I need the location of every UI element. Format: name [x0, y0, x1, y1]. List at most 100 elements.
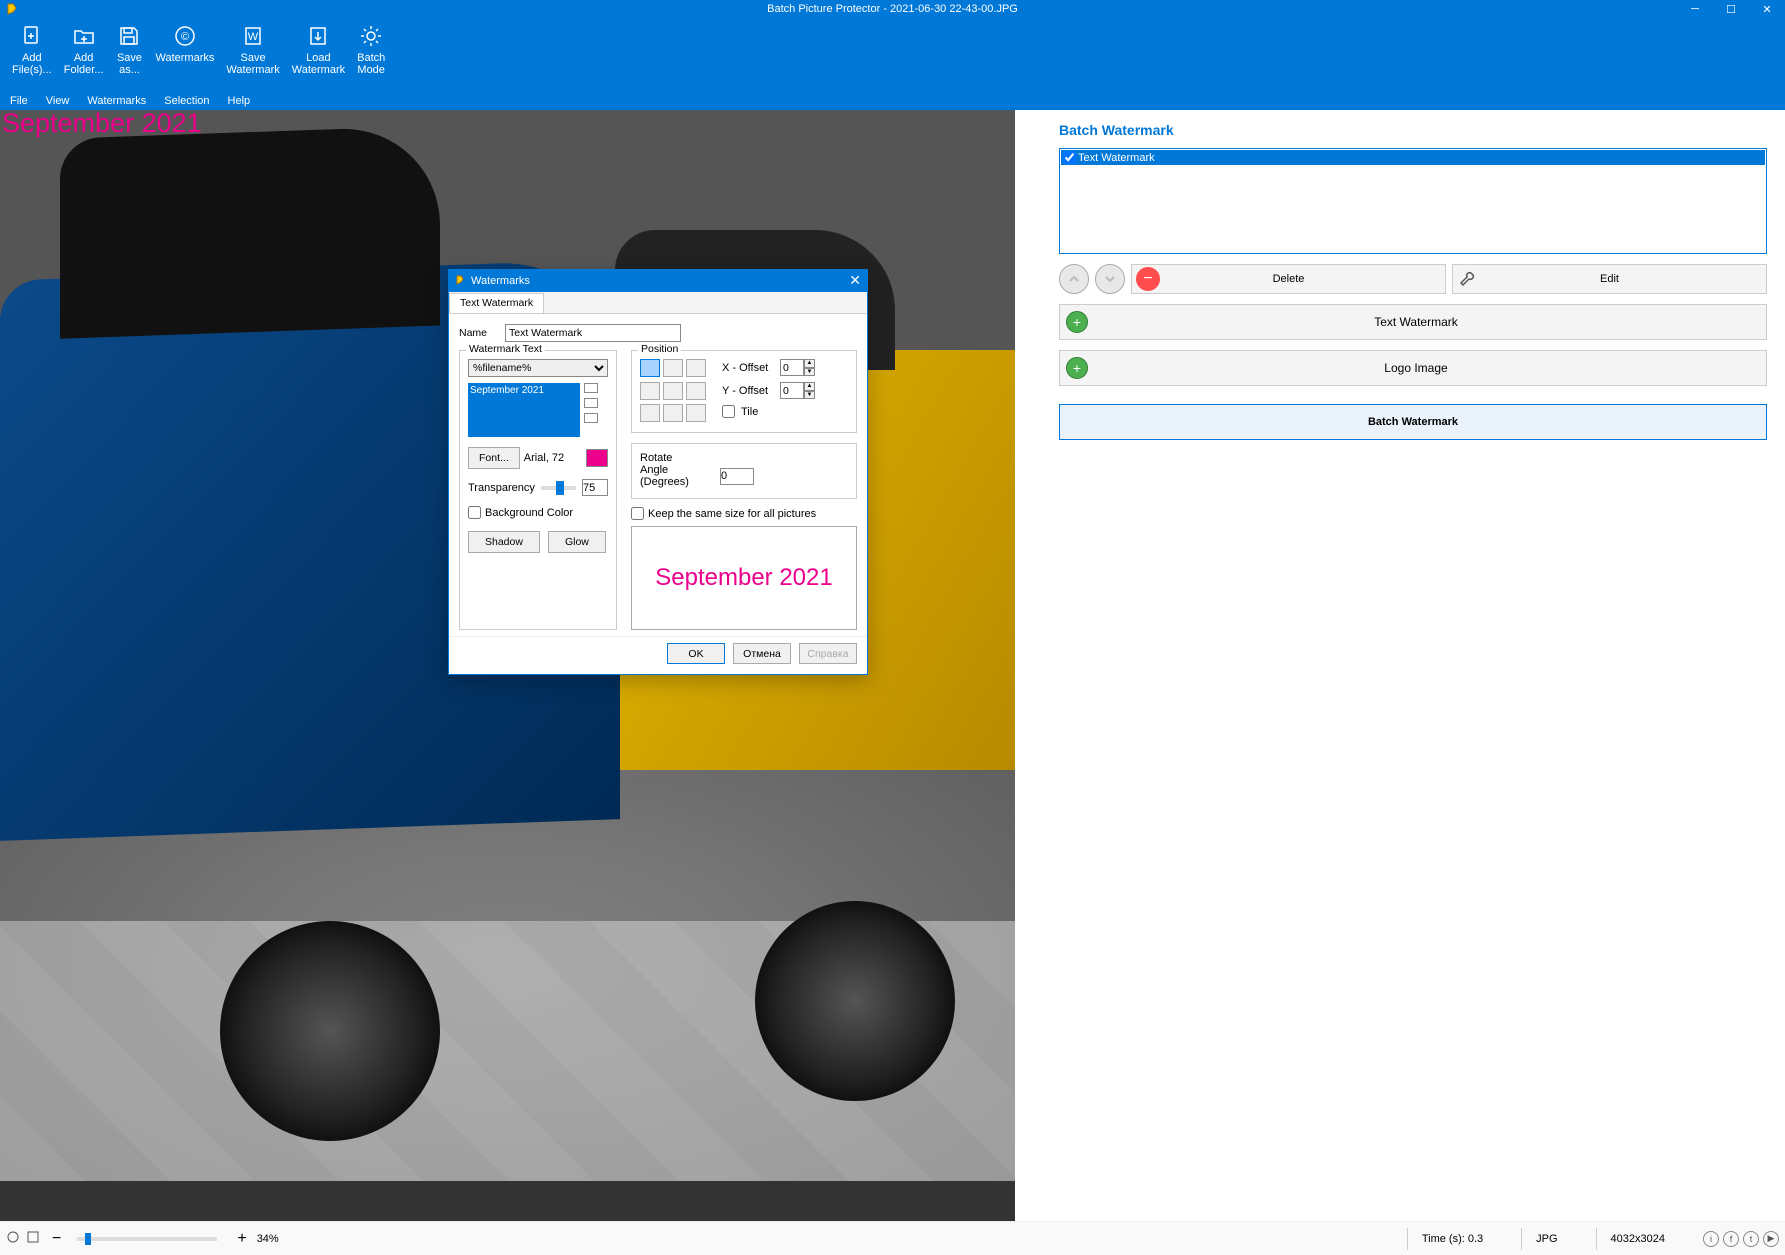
zoom-slider[interactable]: [77, 1237, 217, 1241]
add-file-icon: [18, 22, 46, 50]
font-button[interactable]: Font...: [468, 447, 520, 469]
status-bar: − + 34% Time (s): 0.3 JPG 4032x3024 i f …: [0, 1221, 1785, 1255]
dialog-title: Watermarks: [471, 275, 530, 287]
add-folder-button[interactable]: Add Folder...: [58, 22, 110, 76]
menu-selection[interactable]: Selection: [164, 95, 209, 107]
svg-text:W: W: [248, 31, 259, 43]
help-button[interactable]: Справка: [799, 643, 857, 664]
menu-help[interactable]: Help: [228, 95, 251, 107]
keep-size-check[interactable]: [631, 507, 644, 520]
delete-label: Delete: [1273, 273, 1305, 285]
watermarks-button[interactable]: © Watermarks: [149, 22, 220, 64]
youtube-icon[interactable]: ▶: [1763, 1231, 1779, 1247]
social-links: i f t ▶: [1703, 1231, 1779, 1247]
menu-view[interactable]: View: [46, 95, 70, 107]
wm-text-label: Watermark Text: [466, 343, 545, 355]
name-input[interactable]: [505, 324, 681, 342]
load-watermark-button[interactable]: Load Watermark: [286, 22, 351, 76]
gear-icon: [357, 22, 385, 50]
chevron-up-icon: [1067, 272, 1081, 286]
dialog-footer: OK Отмена Справка: [449, 636, 867, 674]
align-center-icon[interactable]: [584, 398, 598, 408]
keep-size-label: Keep the same size for all pictures: [648, 508, 816, 520]
position-group: Position: [631, 350, 857, 433]
twitter-icon[interactable]: t: [1743, 1231, 1759, 1247]
edit-button[interactable]: Edit: [1452, 264, 1767, 294]
delete-button[interactable]: − Delete: [1131, 264, 1446, 294]
maximize-button[interactable]: ☐: [1713, 0, 1749, 18]
align-left-icon[interactable]: [584, 383, 598, 393]
font-description: Arial, 72: [524, 452, 564, 464]
menubar: File View Watermarks Selection Help: [0, 92, 1785, 110]
pos-mid-center[interactable]: [663, 382, 683, 400]
x-offset-label: X - Offset: [722, 362, 774, 374]
list-item-label: Text Watermark: [1078, 152, 1155, 164]
chevron-down-icon: [1103, 272, 1117, 286]
info-icon[interactable]: i: [1703, 1231, 1719, 1247]
rotate-group: Rotate Angle (Degrees): [631, 443, 857, 499]
bg-color-check[interactable]: [468, 506, 481, 519]
zoom-value: 34%: [257, 1233, 279, 1245]
list-item-check[interactable]: [1063, 151, 1076, 164]
side-panel: Batch Watermark Text Watermark − Delete: [1015, 110, 1785, 1221]
facebook-icon[interactable]: f: [1723, 1231, 1739, 1247]
pos-top-left[interactable]: [640, 359, 660, 377]
watermarks-dialog: Watermarks ✕ Text Watermark Name Waterma…: [448, 269, 868, 675]
watermark-list[interactable]: Text Watermark: [1059, 148, 1767, 254]
dialog-titlebar[interactable]: Watermarks ✕: [449, 270, 867, 292]
cancel-button[interactable]: Отмена: [733, 643, 791, 664]
angle-label: Angle (Degrees): [640, 464, 714, 488]
pos-bot-right[interactable]: [686, 404, 706, 422]
workspace: September 2021 Batch Watermark Text Wate…: [0, 110, 1785, 1221]
move-up-button[interactable]: [1059, 264, 1089, 294]
color-swatch[interactable]: [586, 449, 608, 467]
watermark-overlay: September 2021: [2, 110, 202, 139]
pos-top-center[interactable]: [663, 359, 683, 377]
ok-button[interactable]: OK: [667, 643, 725, 664]
transparency-input[interactable]: [582, 479, 608, 496]
glow-button[interactable]: Glow: [548, 531, 606, 553]
save-as-button[interactable]: Save as...: [109, 22, 149, 76]
load-wm-icon: [304, 22, 332, 50]
zoom-in-button[interactable]: +: [237, 1230, 246, 1248]
actual-size-icon[interactable]: [26, 1230, 40, 1247]
transparency-slider[interactable]: [541, 486, 576, 490]
tile-label: Tile: [741, 406, 758, 418]
watermark-text-input[interactable]: [468, 383, 580, 437]
pos-bot-center[interactable]: [663, 404, 683, 422]
close-button[interactable]: ✕: [1749, 0, 1785, 18]
window-titlebar: Batch Picture Protector - 2021-06-30 22-…: [0, 0, 1785, 18]
tab-text-watermark[interactable]: Text Watermark: [449, 293, 544, 313]
bg-color-label: Background Color: [485, 507, 573, 519]
menu-watermarks[interactable]: Watermarks: [87, 95, 146, 107]
dialog-close-button[interactable]: ✕: [849, 272, 861, 289]
pos-top-right[interactable]: [686, 359, 706, 377]
batch-mode-button[interactable]: Batch Mode: [351, 22, 391, 76]
list-item[interactable]: Text Watermark: [1061, 150, 1765, 165]
shadow-button[interactable]: Shadow: [468, 531, 540, 553]
angle-input[interactable]: [720, 468, 754, 485]
save-watermark-button[interactable]: W Save Watermark: [220, 22, 285, 76]
pos-mid-right[interactable]: [686, 382, 706, 400]
fit-icon[interactable]: [6, 1230, 20, 1247]
move-down-button[interactable]: [1095, 264, 1125, 294]
add-text-watermark-button[interactable]: + Text Watermark: [1059, 304, 1767, 340]
app-icon: [4, 0, 22, 18]
add-files-button[interactable]: Add File(s)...: [6, 22, 58, 76]
x-offset-input[interactable]: ▲▼: [780, 359, 815, 376]
zoom-out-button[interactable]: −: [52, 1230, 61, 1248]
watermark-preview: September 2021: [631, 526, 857, 630]
menu-file[interactable]: File: [10, 95, 28, 107]
batch-watermark-button[interactable]: Batch Watermark: [1059, 404, 1767, 440]
position-grid[interactable]: [640, 359, 706, 424]
minimize-button[interactable]: ─: [1677, 0, 1713, 18]
pos-mid-left[interactable]: [640, 382, 660, 400]
dialog-tabs: Text Watermark: [449, 292, 867, 314]
add-logo-image-button[interactable]: + Logo Image: [1059, 350, 1767, 386]
image-dimensions: 4032x3024: [1596, 1228, 1679, 1250]
align-right-icon[interactable]: [584, 413, 598, 423]
pos-bot-left[interactable]: [640, 404, 660, 422]
tile-check[interactable]: [722, 405, 735, 418]
y-offset-input[interactable]: ▲▼: [780, 382, 815, 399]
token-select[interactable]: %filename%: [468, 359, 608, 377]
